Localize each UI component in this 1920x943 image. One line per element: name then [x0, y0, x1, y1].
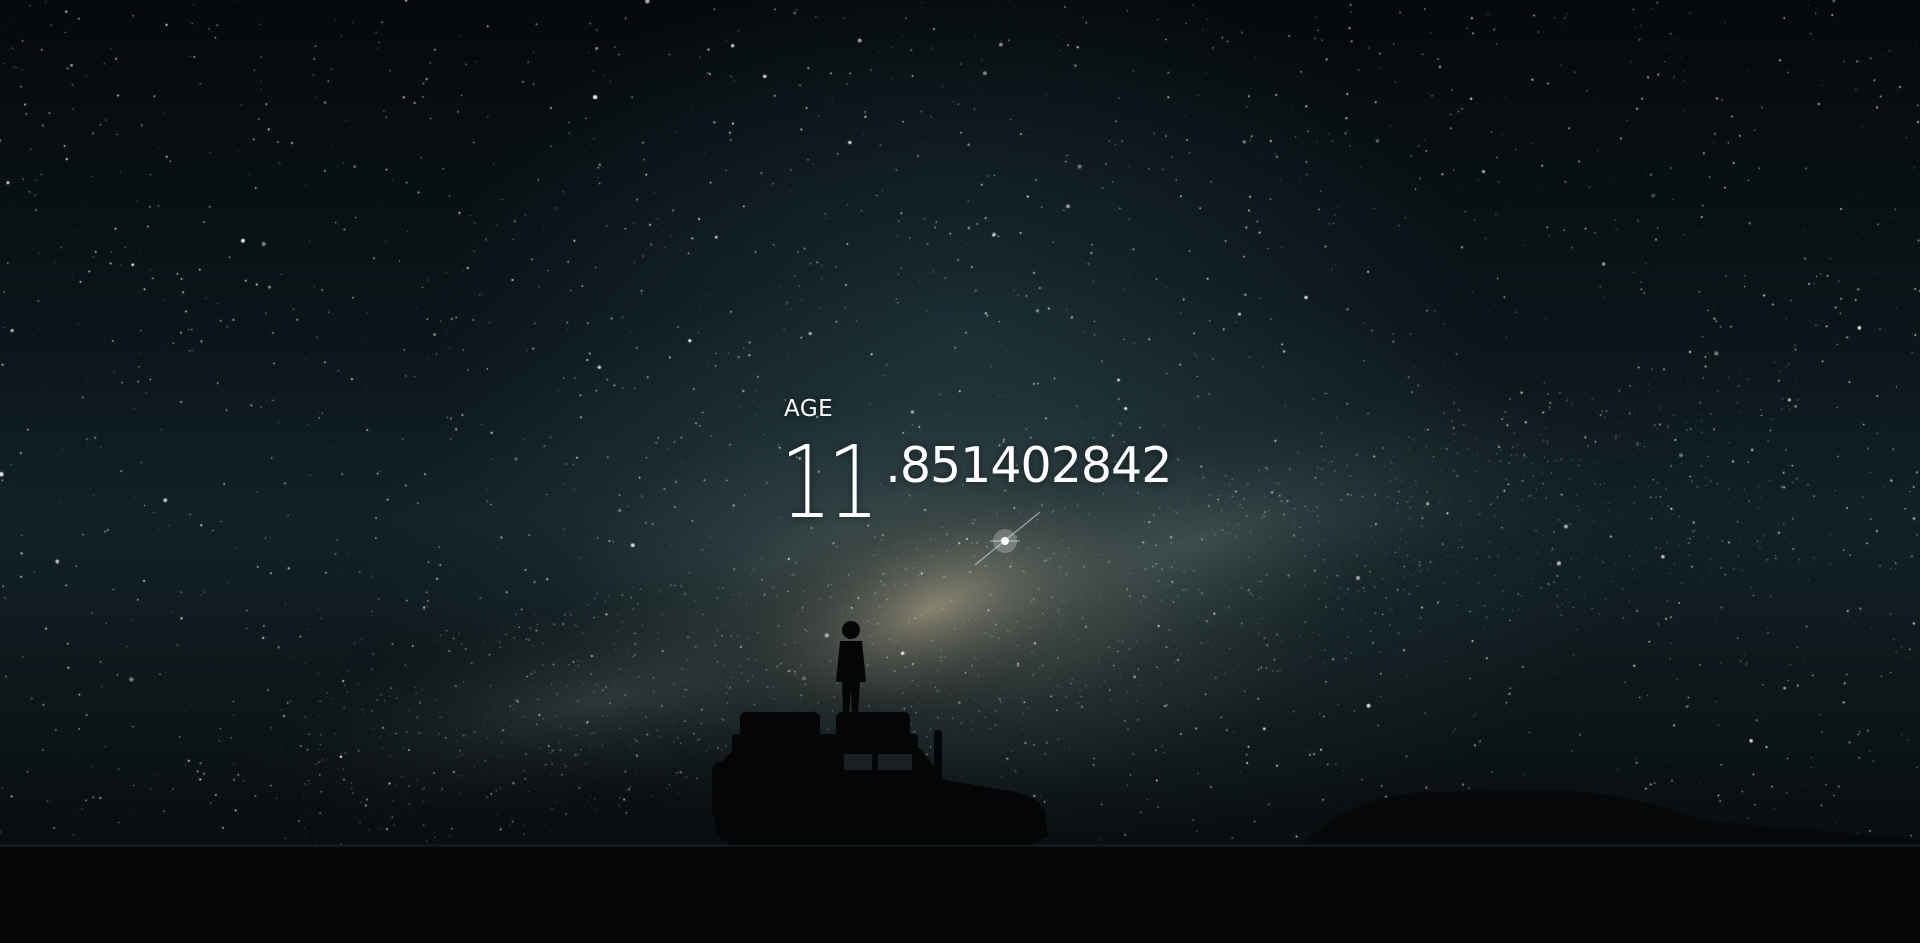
ground-plane [0, 846, 1920, 943]
age-integer: 11 [780, 424, 879, 541]
age-value: 11 .851402842 [780, 424, 1172, 541]
vehicle-silhouette [712, 712, 1048, 862]
age-label: AGE [784, 396, 834, 422]
person-silhouette [836, 621, 866, 714]
background-scene: AGE 11 .851402842 [0, 0, 1920, 943]
age-decimal: .851402842 [885, 437, 1172, 494]
age-widget: AGE 11 .851402842 [780, 396, 1172, 541]
